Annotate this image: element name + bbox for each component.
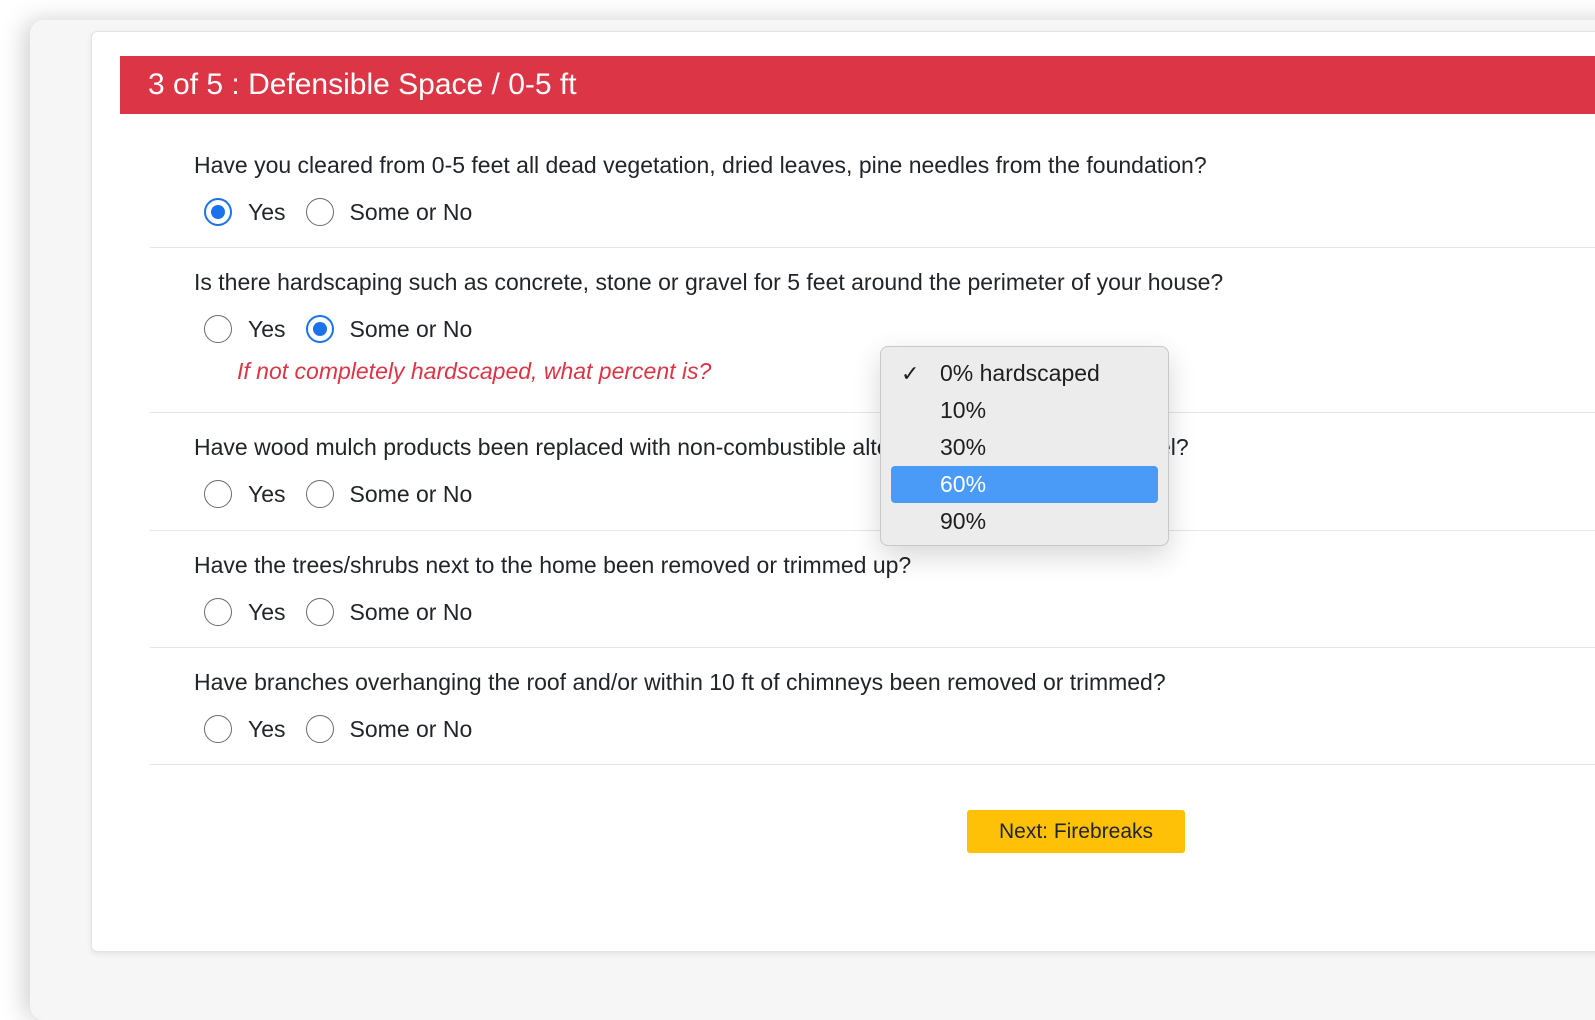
radio-some-or-no-label[interactable]: Some or No <box>350 199 473 226</box>
dropdown-option-90-percent[interactable]: 90% <box>891 503 1158 540</box>
radio-yes-label[interactable]: Yes <box>248 716 286 743</box>
question-4: Have the trees/shrubs next to the home b… <box>150 530 1595 648</box>
checkmark-icon: ✓ <box>901 361 920 386</box>
answer-group: Yes Some or No <box>204 197 492 227</box>
radio-some-or-no[interactable] <box>305 598 334 626</box>
option-label: 0% hardscaped <box>940 360 1100 386</box>
radio-yes-label[interactable]: Yes <box>248 199 286 226</box>
answer-group: Yes Some or No <box>204 597 492 627</box>
question-text: Have you cleared from 0-5 feet all dead … <box>194 152 1207 178</box>
percent-dropdown-menu[interactable]: ✓ 0% hardscaped 10% 30% 60% 90% <box>880 346 1169 546</box>
radio-yes-label[interactable]: Yes <box>248 599 286 626</box>
percent-question-label: If not completely hardscaped, what perce… <box>237 358 712 384</box>
dropdown-option-60-percent[interactable]: 60% <box>891 466 1158 503</box>
dropdown-option-0-percent[interactable]: ✓ 0% hardscaped <box>891 355 1158 392</box>
radio-yes[interactable] <box>204 598 232 626</box>
radio-some-or-no-label[interactable]: Some or No <box>350 481 473 508</box>
next-firebreaks-button[interactable]: Next: Firebreaks <box>967 810 1185 853</box>
section-title: 3 of 5 : Defensible Space / 0-5 ft <box>148 68 577 101</box>
question-text: Is there hardscaping such as concrete, s… <box>194 269 1224 295</box>
radio-yes[interactable] <box>204 198 232 226</box>
radio-yes-label[interactable]: Yes <box>248 316 286 343</box>
option-label: 60% <box>940 471 987 497</box>
question-5: Have branches overhanging the roof and/o… <box>150 647 1595 765</box>
question-2: Is there hardscaping such as concrete, s… <box>150 247 1595 413</box>
radio-some-or-no-label[interactable]: Some or No <box>350 716 473 743</box>
radio-yes[interactable] <box>204 480 232 508</box>
section-header: 3 of 5 : Defensible Space / 0-5 ft <box>120 56 1595 114</box>
radio-some-or-no-label[interactable]: Some or No <box>350 316 473 343</box>
answer-group: Yes Some or No <box>204 479 492 509</box>
answer-group: Yes Some or No <box>204 314 492 344</box>
radio-yes[interactable] <box>204 715 232 743</box>
question-1: Have you cleared from 0-5 feet all dead … <box>150 140 1595 248</box>
dropdown-option-10-percent[interactable]: 10% <box>891 392 1158 429</box>
option-label: 10% <box>940 397 987 423</box>
radio-some-or-no[interactable] <box>305 480 334 508</box>
question-text: Have the trees/shrubs next to the home b… <box>194 552 912 578</box>
radio-yes-label[interactable]: Yes <box>248 481 286 508</box>
option-label: 90% <box>940 508 987 534</box>
radio-yes[interactable] <box>204 315 232 343</box>
radio-some-or-no[interactable] <box>305 315 334 343</box>
question-3: Have wood mulch products been replaced w… <box>150 412 1595 531</box>
answer-group: Yes Some or No <box>204 714 492 744</box>
dropdown-option-30-percent[interactable]: 30% <box>891 429 1158 466</box>
radio-some-or-no[interactable] <box>305 715 334 743</box>
option-label: 30% <box>940 434 987 460</box>
question-text: Have branches overhanging the roof and/o… <box>194 669 1166 695</box>
radio-some-or-no-label[interactable]: Some or No <box>350 599 473 626</box>
radio-some-or-no[interactable] <box>305 198 334 226</box>
